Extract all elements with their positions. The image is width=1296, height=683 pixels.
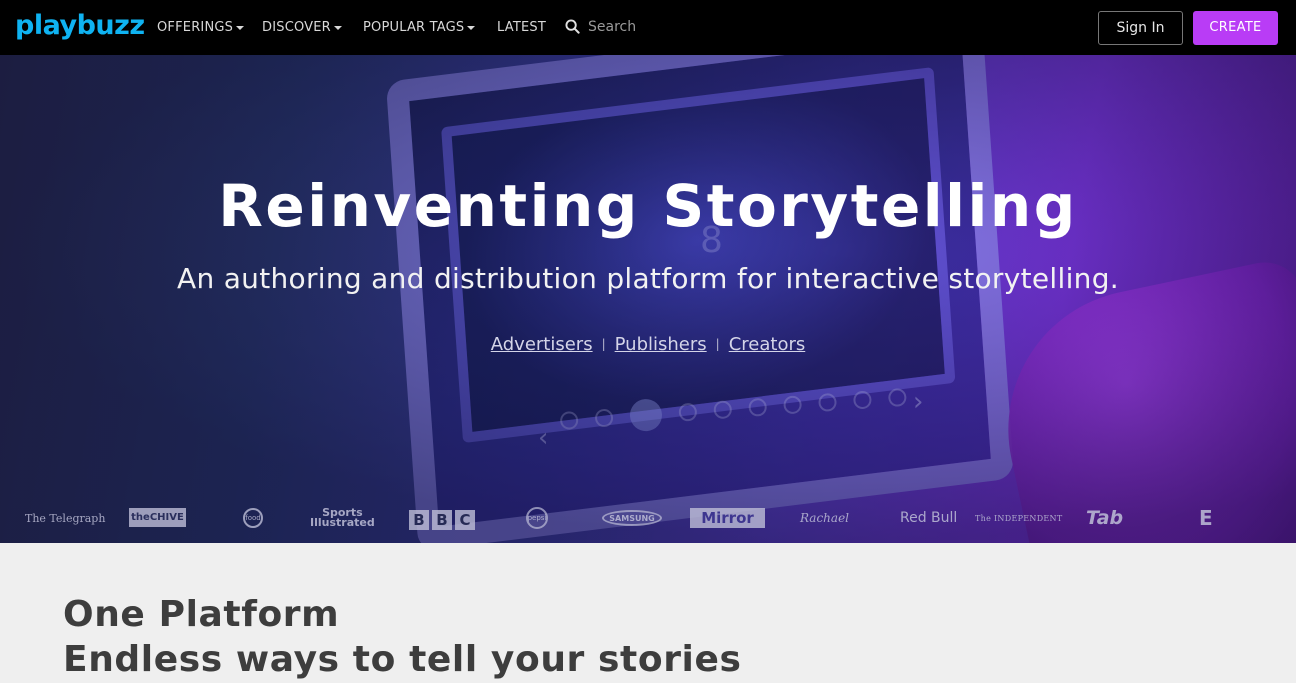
nav-offerings[interactable]: OFFERINGS: [157, 19, 245, 36]
top-nav: playbuzz OFFERINGS DISCOVER POPULAR TAGS…: [0, 0, 1296, 55]
chive-logo: theCHIVE: [129, 508, 186, 527]
red-bull-logo: Red Bull: [900, 510, 958, 526]
telegraph-logo: The Telegraph: [25, 511, 106, 525]
creators-link[interactable]: Creators: [729, 334, 806, 355]
caret-down-icon: [467, 25, 476, 30]
the-tab-logo: Tab: [1086, 507, 1124, 529]
rachael-logo: Rachael: [800, 511, 850, 525]
independent-logo: The INDEPENDENT: [975, 513, 1063, 523]
hero-banner: 8 ‹ › Reinventing Storytelling An author…: [0, 55, 1296, 543]
mirror-logo: Mirror: [690, 508, 765, 528]
bbc-logo: BBC: [409, 507, 475, 533]
separator: |: [715, 337, 720, 351]
create-button[interactable]: CREATE: [1193, 11, 1278, 45]
sports-illustrated-logo: Sports Illustrated: [310, 506, 375, 529]
section-title: One Platform: [63, 594, 340, 635]
nav-discover[interactable]: DISCOVER: [262, 19, 342, 36]
publishers-link[interactable]: Publishers: [615, 334, 707, 355]
sign-in-button[interactable]: Sign In: [1098, 11, 1183, 45]
e-logo: E: [1199, 506, 1213, 530]
nav-popular-tags[interactable]: POPULAR TAGS: [363, 19, 476, 36]
separator: |: [601, 337, 606, 351]
hero-title: Reinventing Storytelling: [218, 172, 1078, 240]
caret-down-icon: [333, 25, 342, 30]
advertisers-link[interactable]: Advertisers: [491, 334, 593, 355]
audience-links: Advertisers | Publishers | Creators: [0, 331, 1296, 358]
samsung-logo: SAMSUNG: [602, 510, 662, 526]
section-subtitle: Endless ways to tell your stories: [63, 639, 742, 680]
partner-logos: The Telegraph theCHIVE food Sports Illust…: [0, 505, 1296, 533]
playbuzz-logo[interactable]: playbuzz: [15, 10, 145, 42]
hero-subtitle: An authoring and distribution platform f…: [177, 262, 1119, 295]
search-icon[interactable]: [565, 19, 580, 34]
search-input[interactable]: [588, 15, 768, 39]
food-network-logo: food: [243, 508, 263, 528]
caret-down-icon: [236, 25, 245, 30]
nav-latest[interactable]: LATEST: [497, 19, 546, 36]
pepsi-logo: pepsi: [526, 507, 548, 529]
